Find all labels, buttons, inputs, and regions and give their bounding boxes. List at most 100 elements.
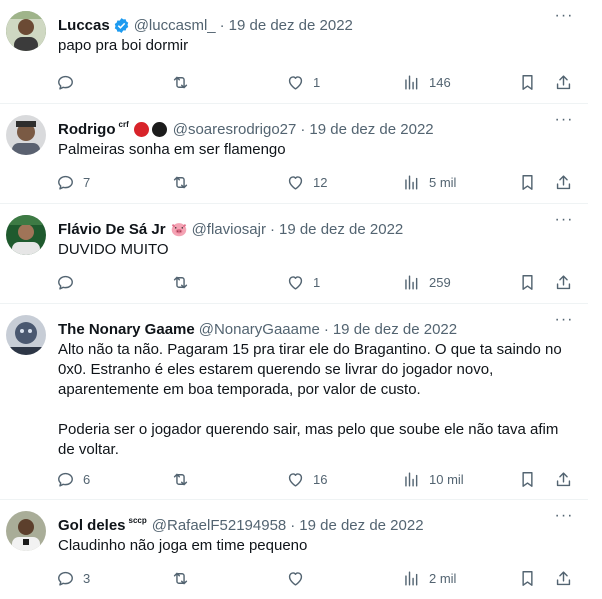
avatar[interactable] bbox=[6, 115, 46, 155]
user-badge: crf bbox=[118, 119, 129, 129]
bookmark-button[interactable] bbox=[518, 170, 537, 194]
retweet-button[interactable] bbox=[171, 467, 198, 491]
retweet-icon bbox=[171, 569, 190, 588]
user-handle[interactable]: @soaresrodrigo27 bbox=[173, 121, 297, 138]
like-button[interactable] bbox=[286, 566, 313, 590]
tweet-header: The Nonary Gaame @NonaryGaaame · 19 de d… bbox=[58, 318, 457, 340]
black-circle-icon bbox=[151, 121, 167, 137]
tweet-paragraph: Alto não ta não. Pagaram 15 pra tirar el… bbox=[58, 341, 562, 398]
like-icon bbox=[286, 470, 305, 489]
user-name[interactable]: Luccas bbox=[58, 17, 110, 34]
reply-icon bbox=[56, 569, 75, 588]
tweet-date[interactable]: 19 de dez de 2022 bbox=[309, 121, 433, 138]
tweet[interactable]: Rodrigo crf @soaresrodrigo27 · 19 de dez… bbox=[0, 104, 588, 204]
reply-button[interactable]: 3 bbox=[56, 566, 90, 590]
tweet-date[interactable]: 19 de dez de 2022 bbox=[229, 17, 353, 34]
tweet-date[interactable]: 19 de dez de 2022 bbox=[299, 517, 423, 534]
more-icon[interactable]: ··· bbox=[554, 212, 574, 231]
share-button[interactable] bbox=[554, 70, 573, 94]
like-icon bbox=[286, 273, 305, 292]
views-button[interactable]: 259 bbox=[402, 270, 451, 294]
bookmark-button[interactable] bbox=[518, 467, 537, 491]
reply-button[interactable]: 7 bbox=[56, 170, 90, 194]
views-icon bbox=[402, 173, 421, 192]
share-button[interactable] bbox=[554, 270, 573, 294]
pig-emoji-icon bbox=[171, 223, 186, 237]
like-count: 16 bbox=[313, 471, 328, 487]
views-icon bbox=[402, 73, 421, 92]
tweet-date[interactable]: 19 de dez de 2022 bbox=[333, 321, 457, 338]
tweet-date[interactable]: 19 de dez de 2022 bbox=[279, 221, 403, 238]
share-icon bbox=[554, 173, 573, 192]
more-icon[interactable]: ··· bbox=[554, 508, 574, 527]
reply-button[interactable] bbox=[56, 70, 83, 94]
view-count: 10 mil bbox=[429, 471, 464, 487]
more-icon[interactable]: ··· bbox=[554, 112, 574, 131]
views-icon bbox=[402, 470, 421, 489]
like-icon bbox=[286, 73, 305, 92]
like-button[interactable]: 1 bbox=[286, 70, 320, 94]
views-button[interactable]: 5 mil bbox=[402, 170, 456, 194]
user-badge: sccp bbox=[128, 515, 147, 525]
avatar[interactable] bbox=[6, 315, 46, 355]
tweet[interactable]: Gol deles sccp @RafaelF52194958 · 19 de … bbox=[0, 500, 588, 599]
avatar[interactable] bbox=[6, 11, 46, 51]
retweet-button[interactable] bbox=[171, 70, 198, 94]
bookmark-button[interactable] bbox=[518, 270, 537, 294]
tweet[interactable]: The Nonary Gaame @NonaryGaaame · 19 de d… bbox=[0, 304, 588, 500]
share-icon bbox=[554, 273, 573, 292]
views-icon bbox=[402, 569, 421, 588]
share-button[interactable] bbox=[554, 467, 573, 491]
user-name[interactable]: Rodrigo bbox=[58, 121, 116, 138]
tweet-actions: 1 259 bbox=[54, 270, 584, 294]
avatar[interactable] bbox=[6, 215, 46, 255]
like-button[interactable]: 16 bbox=[286, 467, 327, 491]
user-handle[interactable]: @flaviosajr bbox=[192, 221, 266, 238]
tweet-actions: 1 146 bbox=[54, 70, 584, 94]
tweet-text: Claudinho não joga em time pequeno bbox=[58, 536, 578, 556]
share-button[interactable] bbox=[554, 566, 573, 590]
like-count: 12 bbox=[313, 174, 328, 190]
views-button[interactable]: 2 mil bbox=[402, 566, 456, 590]
reply-button[interactable] bbox=[56, 270, 83, 294]
bookmark-button[interactable] bbox=[518, 566, 537, 590]
views-button[interactable]: 146 bbox=[402, 70, 451, 94]
tweet-paragraph: DUVIDO MUITO bbox=[58, 241, 169, 258]
user-handle[interactable]: @luccasml_ bbox=[134, 17, 216, 34]
reply-icon bbox=[56, 173, 75, 192]
user-name[interactable]: The Nonary Gaame bbox=[58, 321, 195, 338]
user-name[interactable]: Flávio De Sá Jr bbox=[58, 221, 166, 238]
bookmark-icon bbox=[518, 470, 537, 489]
user-name[interactable]: Gol deles bbox=[58, 517, 126, 534]
tweet-text: Alto não ta não. Pagaram 15 pra tirar el… bbox=[58, 340, 578, 460]
more-icon[interactable]: ··· bbox=[554, 8, 574, 27]
views-button[interactable]: 10 mil bbox=[402, 467, 464, 491]
avatar[interactable] bbox=[6, 511, 46, 551]
like-count: 1 bbox=[313, 74, 321, 90]
tweet-header: Rodrigo crf @soaresrodrigo27 · 19 de dez… bbox=[58, 118, 434, 140]
retweet-button[interactable] bbox=[171, 566, 198, 590]
retweet-icon bbox=[171, 470, 190, 489]
reply-icon bbox=[56, 73, 75, 92]
view-count: 5 mil bbox=[429, 174, 457, 190]
like-button[interactable]: 12 bbox=[286, 170, 327, 194]
like-icon bbox=[286, 173, 305, 192]
separator: · bbox=[323, 320, 329, 338]
retweet-button[interactable] bbox=[171, 170, 198, 194]
like-button[interactable]: 1 bbox=[286, 270, 320, 294]
tweet[interactable]: Flávio De Sá Jr @flaviosajr · 19 de dez … bbox=[0, 204, 588, 304]
tweet-paragraph: papo pra boi dormir bbox=[58, 37, 189, 54]
reply-count: 7 bbox=[83, 174, 91, 190]
user-handle[interactable]: @NonaryGaaame bbox=[199, 321, 320, 338]
tweet-paragraph: Palmeiras sonha em ser flamengo bbox=[58, 141, 286, 158]
user-handle[interactable]: @RafaelF52194958 bbox=[152, 517, 287, 534]
reply-button[interactable]: 6 bbox=[56, 467, 90, 491]
retweet-button[interactable] bbox=[171, 270, 198, 294]
share-button[interactable] bbox=[554, 170, 573, 194]
bookmark-button[interactable] bbox=[518, 70, 537, 94]
more-icon[interactable]: ··· bbox=[554, 312, 574, 331]
tweet[interactable]: Luccas @luccasml_ · 19 de dez de 2022 ··… bbox=[0, 0, 588, 104]
tweet-text: Palmeiras sonha em ser flamengo bbox=[58, 140, 578, 160]
share-icon bbox=[554, 569, 573, 588]
view-count: 146 bbox=[429, 74, 451, 90]
